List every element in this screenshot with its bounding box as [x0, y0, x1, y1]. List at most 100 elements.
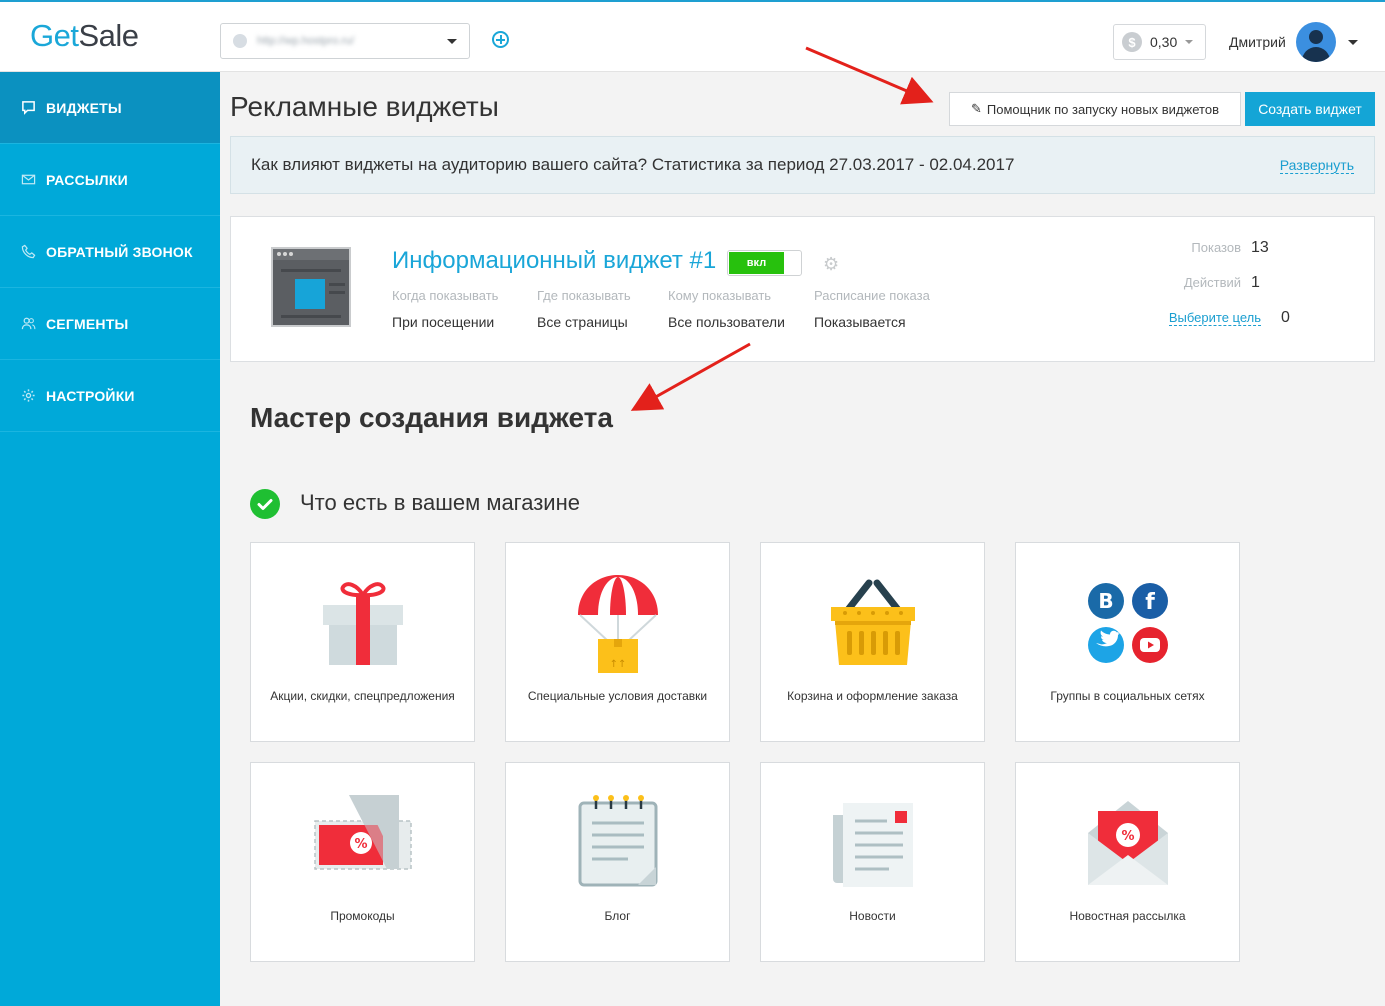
gift-icon — [323, 582, 403, 665]
chat-bubble-icon — [20, 100, 36, 116]
tile-delivery[interactable]: ↑↑ Специальные условия доставки — [505, 542, 730, 742]
thumb-dot — [289, 252, 293, 256]
widget-meta-whom: Кому показывать Все пользователи — [668, 288, 785, 330]
thumb-line — [329, 283, 345, 286]
meta-value: При посещении — [392, 314, 495, 330]
balance-dropdown[interactable]: $ 0,30 — [1113, 24, 1206, 60]
stats-banner: Как влияют виджеты на аудиторию вашего с… — [230, 136, 1375, 194]
sidebar-item-label: СЕГМЕНТЫ — [46, 315, 129, 332]
widget-meta-when: Когда показывать При посещении — [392, 288, 498, 330]
envelope-icon — [20, 172, 36, 188]
widget-enable-toggle[interactable]: вкл — [727, 250, 802, 276]
notepad-icon — [578, 795, 658, 887]
avatar-head — [1309, 30, 1323, 44]
parachute-box-icon: ↑↑ — [578, 575, 658, 673]
stat-impressions: Показов 13 — [1111, 239, 1361, 257]
phone-icon — [20, 244, 36, 260]
sidebar-item-label: НАСТРОЙКИ — [46, 387, 135, 404]
tile-label: Группы в социальных сетях — [1050, 689, 1205, 703]
top-bar: GetSale http://wp.hostpro.ru/ $ 0,30 Дми… — [0, 0, 1385, 72]
meta-value: Все пользователи — [668, 314, 785, 330]
tile-news[interactable]: Новости — [760, 762, 985, 962]
sidebar-item-settings[interactable]: НАСТРОЙКИ — [0, 360, 220, 432]
svg-text:%: % — [354, 837, 367, 852]
tile-label: Блог — [604, 909, 631, 923]
meta-key: Где показывать — [537, 288, 631, 303]
meta-value: Все страницы — [537, 314, 628, 330]
sidebar-item-mailings[interactable]: РАССЫЛКИ — [0, 144, 220, 216]
stat-value: 0 — [1281, 309, 1290, 326]
add-site-icon[interactable] — [492, 31, 509, 48]
choose-goal-link[interactable]: Выберите цель — [1168, 310, 1261, 326]
thumb-square — [295, 279, 325, 309]
site-favicon-icon — [233, 34, 247, 48]
stat-goal: Выберите цель 0 — [1111, 309, 1361, 327]
sidebar-item-label: ОБРАТНЫЙ ЗВОНОК — [46, 243, 193, 260]
sidebar-item-label: РАССЫЛКИ — [46, 171, 128, 188]
svg-text:f: f — [1145, 590, 1155, 615]
stat-actions: Действий 1 — [1111, 274, 1361, 292]
sidebar: ВИДЖЕТЫ РАССЫЛКИ ОБРАТНЫЙ ЗВОНОК СЕГМЕНТ… — [0, 72, 220, 1006]
tile-newsletter[interactable]: % Новостная рассылка — [1015, 762, 1240, 962]
create-widget-button[interactable]: Создать виджет — [1245, 92, 1375, 126]
check-circle-icon — [250, 489, 280, 519]
widget-launch-helper-button[interactable]: ✎ Помощник по запуску новых виджетов — [949, 92, 1241, 126]
balance-amount: 0,30 — [1150, 34, 1178, 50]
expand-link[interactable]: Развернуть — [1279, 157, 1354, 174]
tile-label: Корзина и оформление заказа — [787, 689, 958, 703]
tile-social[interactable]: B f Группы в социальных сетях — [1015, 542, 1240, 742]
thumb-line — [281, 269, 341, 272]
chevron-down-icon — [447, 38, 457, 44]
toggle-on-label: вкл — [729, 252, 784, 274]
chevron-down-icon — [1185, 40, 1194, 44]
thumb-dot — [277, 252, 281, 256]
tile-label: Акции, скидки, спецпредложения — [270, 689, 455, 703]
sidebar-item-segments[interactable]: СЕГМЕНТЫ — [0, 288, 220, 360]
mail-envelope-icon: % — [1088, 801, 1168, 885]
helper-button-label: Помощник по запуску новых виджетов — [986, 101, 1219, 117]
widget-meta-where: Где показывать Все страницы — [537, 288, 631, 330]
newspaper-icon — [833, 803, 913, 887]
wizard-title: Мастер создания виджета — [250, 402, 613, 433]
meta-key: Кому показывать — [668, 288, 772, 303]
users-icon — [20, 316, 36, 332]
thumb-line — [329, 291, 345, 294]
meta-key: Когда показывать — [392, 288, 499, 303]
site-selector[interactable]: http://wp.hostpro.ru/ — [220, 23, 470, 59]
stat-key: Действий — [1183, 275, 1241, 290]
logo[interactable]: GetSale — [30, 18, 139, 54]
username[interactable]: Дмитрий — [1229, 34, 1286, 50]
avatar[interactable] — [1296, 22, 1336, 62]
widget-card: Информационный виджет #1 вкл ⚙ Когда пок… — [230, 216, 1375, 362]
tile-promotions[interactable]: Акции, скидки, спецпредложения — [250, 542, 475, 742]
stat-value: 1 — [1251, 274, 1260, 291]
tile-promocodes[interactable]: % Промокоды — [250, 762, 475, 962]
site-url: http://wp.hostpro.ru/ — [257, 35, 355, 47]
stat-key: Показов — [1191, 240, 1241, 255]
avatar-body — [1302, 47, 1330, 62]
thumb-line — [281, 315, 341, 318]
svg-text:%: % — [1121, 829, 1134, 844]
page-title: Рекламные виджеты — [230, 91, 499, 122]
tile-cart[interactable]: Корзина и оформление заказа — [760, 542, 985, 742]
widget-preview-thumbnail[interactable] — [271, 247, 351, 327]
tile-label: Новостная рассылка — [1069, 909, 1186, 923]
svg-text:B: B — [1098, 589, 1113, 613]
user-menu-chevron-icon[interactable] — [1348, 40, 1358, 45]
tile-blog[interactable]: Блог — [505, 762, 730, 962]
tile-label: Новости — [849, 909, 896, 923]
widget-name-link[interactable]: Информационный виджет #1 — [392, 247, 716, 275]
gear-icon — [20, 388, 36, 404]
sidebar-item-callback[interactable]: ОБРАТНЫЙ ЗВОНОК — [0, 216, 220, 288]
tile-label: Промокоды — [330, 909, 395, 923]
thumb-dot — [283, 252, 287, 256]
svg-text:↑↑: ↑↑ — [610, 659, 627, 670]
social-networks-icon: B f — [1088, 583, 1168, 663]
meta-value: Показывается — [814, 314, 906, 330]
sidebar-item-widgets[interactable]: ВИДЖЕТЫ — [0, 72, 220, 144]
magic-wand-icon: ✎ — [971, 101, 982, 116]
stat-value: 13 — [1251, 239, 1269, 256]
widget-settings-gear-icon[interactable]: ⚙ — [823, 255, 841, 273]
step-title: Что есть в вашем магазине — [300, 490, 580, 515]
meta-key: Расписание показа — [814, 288, 930, 303]
